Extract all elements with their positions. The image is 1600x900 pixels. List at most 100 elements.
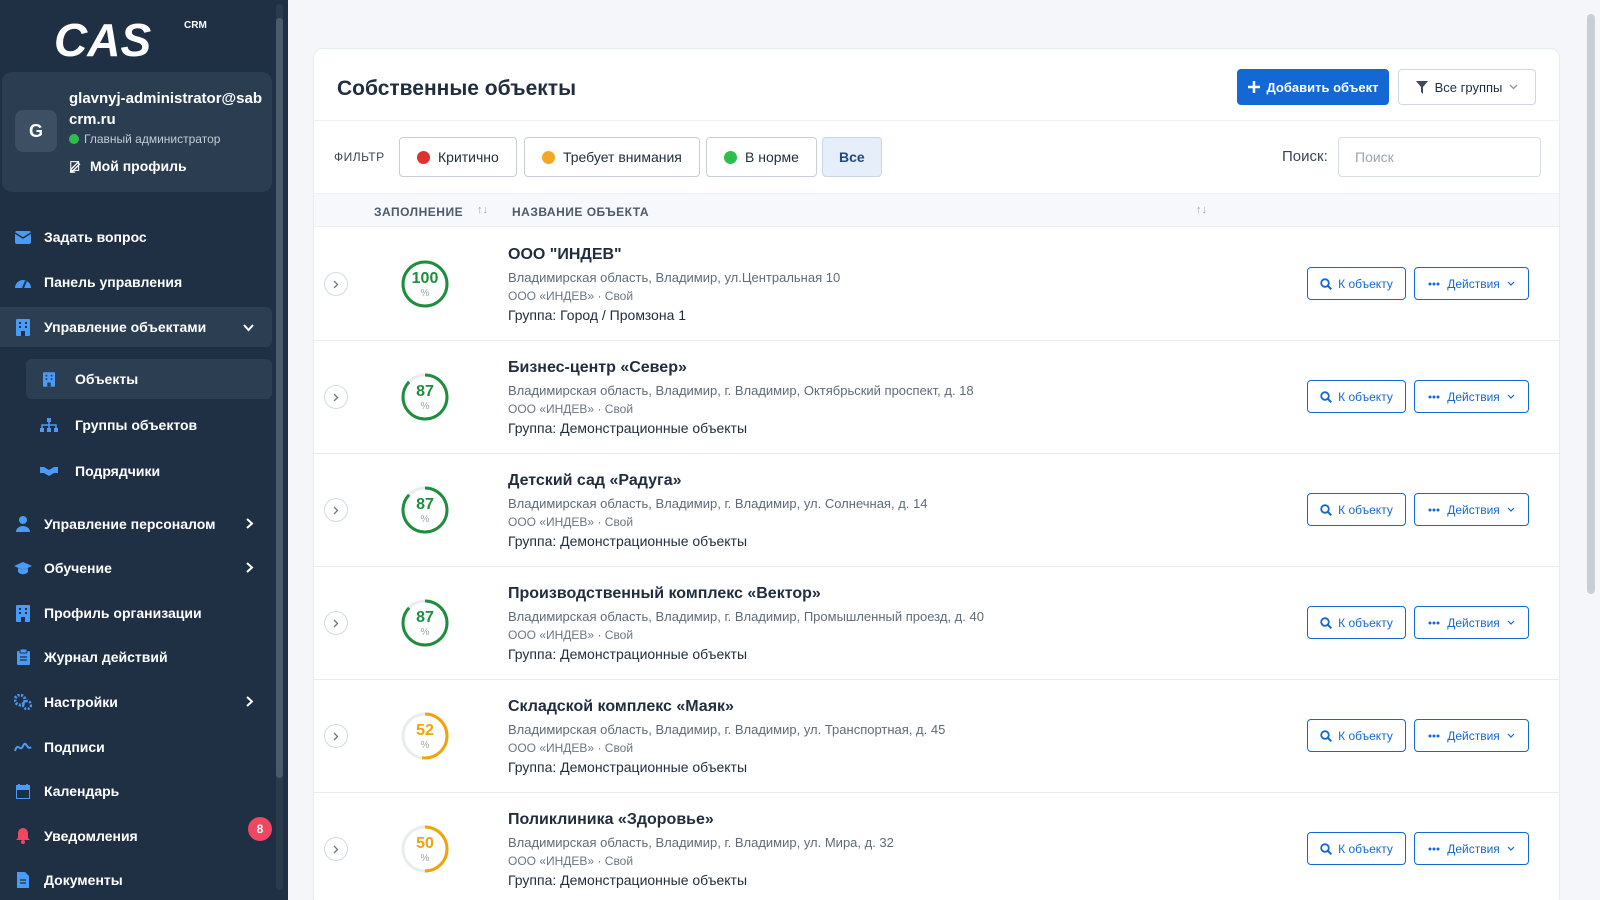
- sidebar-item-signatures[interactable]: Подписи: [0, 727, 272, 767]
- sidebar-item-training[interactable]: Обучение: [0, 548, 272, 588]
- goto-object-button[interactable]: К объекту: [1307, 267, 1406, 300]
- sidebar-item-journal[interactable]: Журнал действий: [0, 637, 272, 677]
- expand-row-button[interactable]: [324, 385, 348, 409]
- expand-row-button[interactable]: [324, 724, 348, 748]
- bell-icon: [14, 827, 32, 845]
- sidebar-item-notifications[interactable]: Уведомления: [0, 816, 272, 856]
- plus-icon: [1247, 81, 1260, 93]
- object-address: Владимирская область, Владимир, г. Влади…: [508, 609, 984, 624]
- ellipsis-icon: [1428, 508, 1440, 511]
- chevron-down-icon: [1507, 620, 1515, 625]
- table-row[interactable]: 87 % Бизнес-центр «Север» Владимирская о…: [314, 341, 1559, 454]
- search-input[interactable]: [1338, 137, 1541, 177]
- filter-attention-button[interactable]: Требует внимания: [524, 137, 700, 177]
- avatar[interactable]: G: [15, 110, 57, 152]
- object-group: Группа: Демонстрационные объекты: [508, 646, 748, 662]
- sidebar-item-documents[interactable]: Документы: [0, 860, 272, 900]
- actions-dropdown-button[interactable]: Действия: [1414, 719, 1529, 752]
- column-header-fill[interactable]: ЗАПОЛНЕНИЕ: [374, 205, 463, 219]
- fill-percent-sign: %: [420, 853, 430, 864]
- fill-percent-sign: %: [420, 401, 430, 412]
- status-dot: [417, 150, 430, 164]
- chevron-right-icon: [333, 506, 339, 514]
- fill-value: 100: [411, 270, 439, 287]
- sidebar-scrollbar-thumb[interactable]: [276, 18, 283, 778]
- logo-sup: CRM: [184, 20, 207, 31]
- sidebar-item-org-profile[interactable]: Профиль организации: [0, 593, 272, 633]
- sidebar-item-label: Обучение: [44, 560, 112, 576]
- table-row[interactable]: 87 % Детский сад «Радуга» Владимирская о…: [314, 454, 1559, 567]
- sidebar-item-objects-management[interactable]: Управление объектами: [0, 307, 272, 347]
- sidebar: CAS CRM G glavnyj-administrator@sabcrm.r…: [0, 0, 288, 900]
- fill-value: 87: [416, 496, 434, 513]
- edit-icon: [69, 161, 81, 173]
- sidebar-item-calendar[interactable]: Календарь: [0, 771, 272, 811]
- filter-label-text: Требует внимания: [563, 149, 682, 165]
- chevron-right-icon: [333, 845, 339, 853]
- actions-dropdown-button[interactable]: Действия: [1414, 380, 1529, 413]
- goto-object-button[interactable]: К объекту: [1307, 832, 1406, 865]
- goto-object-label: К объекту: [1338, 276, 1393, 291]
- sidebar-item-label: Календарь: [44, 783, 120, 799]
- sidebar-item-settings[interactable]: Настройки: [0, 682, 272, 722]
- sidebar-item-dashboard[interactable]: Панель управления: [0, 262, 272, 302]
- goto-object-button[interactable]: К объекту: [1307, 719, 1406, 752]
- expand-row-button[interactable]: [324, 272, 348, 296]
- chevron-right-icon: [246, 516, 254, 532]
- chevron-down-icon: [1507, 846, 1515, 851]
- actions-dropdown-button[interactable]: Действия: [1414, 606, 1529, 639]
- filter-critical-button[interactable]: Критично: [399, 137, 517, 177]
- notifications-badge: 8: [248, 817, 272, 841]
- column-header-name[interactable]: НАЗВАНИЕ ОБЪЕКТА: [512, 205, 649, 219]
- object-name[interactable]: Бизнес-центр «Север»: [508, 359, 687, 377]
- object-name[interactable]: Производственный комплекс «Вектор»: [508, 585, 821, 603]
- sort-icon[interactable]: ↑↓: [1196, 204, 1207, 216]
- object-name[interactable]: ООО "ИНДЕВ": [508, 246, 622, 264]
- ellipsis-icon: [1428, 395, 1440, 398]
- sidebar-subitem-objects[interactable]: Объекты: [26, 359, 272, 399]
- filter-all-button[interactable]: Все: [822, 137, 882, 177]
- table-row[interactable]: 52 % Складской комплекс «Маяк» Владимирс…: [314, 680, 1559, 793]
- chevron-right-icon: [333, 732, 339, 740]
- expand-row-button[interactable]: [324, 837, 348, 861]
- handshake-icon: [40, 462, 58, 480]
- chevron-right-icon: [333, 393, 339, 401]
- table-row[interactable]: 87 % Производственный комплекс «Вектор» …: [314, 567, 1559, 680]
- my-profile-link[interactable]: Мой профиль: [69, 158, 187, 174]
- expand-row-button[interactable]: [324, 498, 348, 522]
- sidebar-subitem-object-groups[interactable]: Группы объектов: [26, 405, 272, 445]
- sidebar-subitem-contractors[interactable]: Подрядчики: [26, 451, 272, 491]
- table-row[interactable]: 100 % ООО "ИНДЕВ" Владимирская область, …: [314, 228, 1559, 341]
- brand-logo[interactable]: CAS CRM: [54, 14, 224, 64]
- object-name[interactable]: Складской комплекс «Маяк»: [508, 698, 734, 716]
- page-scrollbar-thumb[interactable]: [1587, 14, 1595, 594]
- object-name[interactable]: Поликлиника «Здоровье»: [508, 811, 714, 829]
- user-email: glavnyj-administrator@sabcrm.ru: [69, 90, 263, 128]
- object-name[interactable]: Детский сад «Радуга»: [508, 472, 682, 490]
- actions-label: Действия: [1447, 841, 1500, 856]
- table-row[interactable]: 50 % Поликлиника «Здоровье» Владимирская…: [314, 793, 1559, 900]
- chevron-down-icon: [1509, 84, 1518, 90]
- add-object-button[interactable]: Добавить объект: [1237, 69, 1389, 105]
- object-address: Владимирская область, Владимир, г. Влади…: [508, 383, 974, 398]
- filter-normal-button[interactable]: В норме: [706, 137, 817, 177]
- goto-object-button[interactable]: К объекту: [1307, 493, 1406, 526]
- actions-dropdown-button[interactable]: Действия: [1414, 832, 1529, 865]
- search-icon: [1320, 277, 1333, 290]
- goto-object-button[interactable]: К объекту: [1307, 606, 1406, 639]
- sidebar-item-ask[interactable]: Задать вопрос: [0, 217, 272, 257]
- actions-dropdown-button[interactable]: Действия: [1414, 493, 1529, 526]
- groups-dropdown[interactable]: Все группы: [1398, 69, 1536, 105]
- goto-object-label: К объекту: [1338, 728, 1393, 743]
- sidebar-item-personnel[interactable]: Управление персоналом: [0, 504, 272, 544]
- sort-icon[interactable]: ↑↓: [477, 204, 488, 216]
- expand-row-button[interactable]: [324, 611, 348, 635]
- ellipsis-icon: [1428, 621, 1440, 624]
- object-group: Группа: Город / Промзона 1: [508, 307, 687, 323]
- goto-object-button[interactable]: К объекту: [1307, 380, 1406, 413]
- objects-card: Собственные объекты Добавить объект Все …: [313, 48, 1560, 900]
- envelope-icon: [14, 228, 32, 246]
- actions-dropdown-button[interactable]: Действия: [1414, 267, 1529, 300]
- object-org: ООО «ИНДЕВ» · Свой: [508, 515, 634, 529]
- building-icon: [40, 370, 58, 388]
